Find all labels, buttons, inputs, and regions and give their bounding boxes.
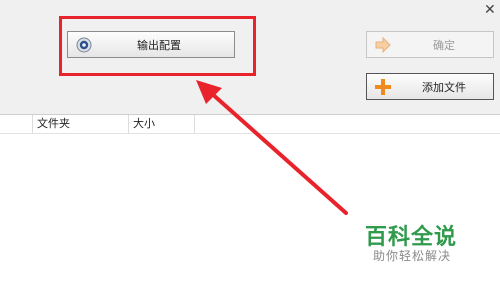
watermark-subtitle: 助你轻松解决 bbox=[373, 249, 452, 263]
